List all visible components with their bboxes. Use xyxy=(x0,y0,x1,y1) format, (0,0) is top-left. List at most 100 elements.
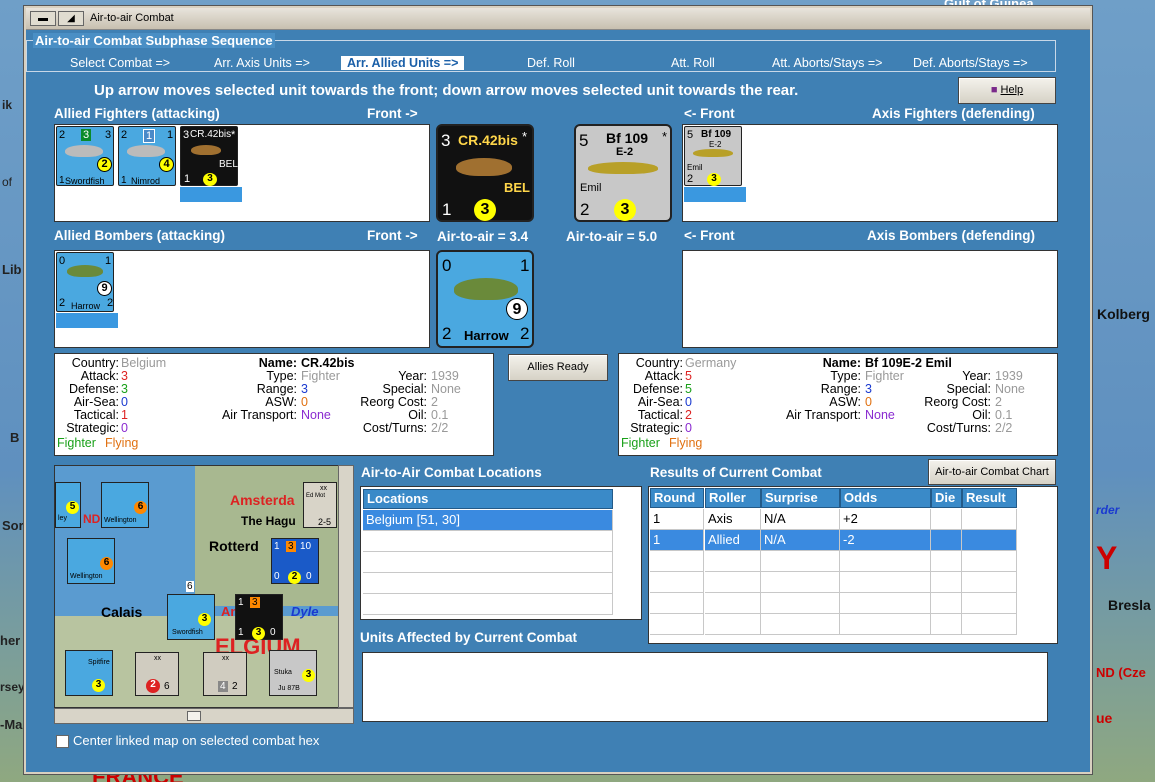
minimize-button[interactable]: ◢ xyxy=(58,11,84,26)
info-label: Attack: xyxy=(80,369,119,383)
map-counter[interactable]: Stuka 3 Ju 87B xyxy=(269,650,317,696)
result-empty xyxy=(705,551,761,572)
map-label-of: of xyxy=(2,175,13,189)
selected-attack: 5 xyxy=(579,131,589,150)
allies-ready-button[interactable]: Allies Ready xyxy=(508,354,608,381)
unit-harrow[interactable]: 0 1 9 2 2 Harrow xyxy=(56,252,114,312)
map-label-kolberg: Kolberg xyxy=(1097,306,1150,322)
seq-att-aborts[interactable]: Att. Aborts/Stays => xyxy=(772,56,882,70)
info-oil: 0.1 xyxy=(431,408,449,422)
info-range: 3 xyxy=(301,382,308,396)
seq-arr-allied-units[interactable]: Arr. Allied Units => xyxy=(341,56,465,70)
window-menu-icon: ▬ xyxy=(38,13,48,24)
minimap-vscroll[interactable] xyxy=(338,465,354,708)
info-label: Range: xyxy=(256,382,297,396)
info-label: Defense: xyxy=(68,382,119,396)
unit-bl: 1 xyxy=(121,175,127,186)
map-counter[interactable]: 1 3 1 3 0 xyxy=(235,594,283,640)
info-label: Special: xyxy=(946,382,991,396)
counter-circle: 2 xyxy=(146,679,160,693)
map-counter[interactable]: xx 4 2 xyxy=(203,652,247,696)
minimap-hscroll[interactable] xyxy=(54,708,354,724)
result-empty xyxy=(650,614,704,635)
selected-range-circle: 9 xyxy=(506,298,528,320)
unit-badge: 3 xyxy=(81,129,92,141)
result-cell: 1 xyxy=(650,530,704,551)
selected-name: CR.42bis xyxy=(458,132,518,148)
result-empty xyxy=(962,551,1017,572)
selected-unit-highlight xyxy=(684,187,746,202)
map-counter[interactable]: 6 Wellington xyxy=(101,482,149,528)
result-empty xyxy=(650,551,704,572)
selected-allied-fighter: 3 CR.42bis * BEL 1 3 xyxy=(436,124,534,222)
title-bar[interactable]: ▬ ◢ Air-to-air Combat xyxy=(26,8,1090,30)
info-label: Year: xyxy=(962,369,991,383)
seq-arr-axis-units[interactable]: Arr. Axis Units => xyxy=(214,56,310,70)
hscroll-thumb[interactable] xyxy=(187,711,201,721)
window-menu-button[interactable]: ▬ xyxy=(30,11,56,26)
air-combat-chart-button[interactable]: Air-to-air Combat Chart xyxy=(928,459,1056,485)
counter-circle: 5 xyxy=(66,501,79,514)
seq-def-aborts[interactable]: Def. Aborts/Stays => xyxy=(913,56,1028,70)
seq-def-roll[interactable]: Def. Roll xyxy=(527,56,575,70)
allied-bombers-front: Front -> xyxy=(367,228,418,243)
linked-minimap[interactable]: Amsterda The Hagu Rotterd Calais Dyle An… xyxy=(54,465,354,708)
selected-allied-bomber: 0 1 9 2 Harrow 2 xyxy=(436,250,534,348)
sequence-legend: Air-to-air Combat Subphase Sequence xyxy=(33,33,275,48)
book-icon: ■ xyxy=(990,84,998,96)
map-counter[interactable]: 6 3 Swordfish xyxy=(167,581,215,640)
location-empty xyxy=(363,531,613,552)
center-map-checkbox[interactable] xyxy=(56,735,69,748)
unit-cr42bis[interactable]: 3 CR.42bis * BEL 1 3 xyxy=(180,126,238,186)
result-cell: Allied xyxy=(705,530,761,551)
result-empty xyxy=(650,593,704,614)
counter-circle: 3 xyxy=(252,627,265,640)
result-empty xyxy=(962,614,1017,635)
info-flying: Flying xyxy=(105,436,139,450)
counter-num: 3 xyxy=(286,541,296,552)
info-fighter: Fighter xyxy=(621,436,660,450)
result-empty xyxy=(705,593,761,614)
biplane-icon xyxy=(127,145,165,157)
unit-swordfish[interactable]: 2 3 3 2 1 Swordfish xyxy=(56,126,114,186)
map-counter[interactable]: xx Ed Mot 2-5 xyxy=(303,482,337,528)
selected-name: Harrow xyxy=(464,328,509,343)
unit-tr: 3 xyxy=(105,129,112,141)
locations-header: Locations xyxy=(363,489,613,509)
affected-title: Units Affected by Current Combat xyxy=(360,630,578,645)
info-label: ASW: xyxy=(265,395,297,409)
result-cell xyxy=(962,509,1017,530)
info-label: Reorg Cost: xyxy=(360,395,427,409)
map-label-rsey: rsey xyxy=(0,680,25,694)
fighter-plane-icon xyxy=(693,149,733,157)
map-counter[interactable]: 1 3 10 0 2 0 xyxy=(271,538,319,584)
info-label: Year: xyxy=(398,369,427,383)
unit-br: 2 xyxy=(107,297,114,309)
selected-bl: 1 xyxy=(442,200,452,219)
counter-name: Stuka xyxy=(274,669,292,676)
unit-nimrod[interactable]: 2 1 1 4 1 Nimrod xyxy=(118,126,176,186)
selected-attack: 3 xyxy=(441,131,451,150)
seq-select-combat[interactable]: Select Combat => xyxy=(70,56,170,70)
counter-id: xx xyxy=(154,655,161,662)
map-counter[interactable]: 5 ley xyxy=(55,482,81,528)
result-cell: -2 xyxy=(840,530,931,551)
map-label-ik: ik xyxy=(2,98,13,112)
map-counter[interactable]: Spitfire 3 xyxy=(65,650,113,696)
location-row[interactable]: Belgium [51, 30] xyxy=(363,510,613,531)
unit-bf109[interactable]: 5 Bf 109 E-2 Emil 2 3 xyxy=(684,126,742,186)
map-counter[interactable]: xx 2 6 xyxy=(135,652,179,696)
info-strategic: 0 xyxy=(685,421,692,435)
biplane-icon xyxy=(456,158,512,176)
biplane-icon xyxy=(65,145,103,157)
map-counter[interactable]: 6 Wellington xyxy=(67,538,115,584)
biplane-icon xyxy=(191,145,221,155)
window-title: Air-to-air Combat xyxy=(90,12,174,24)
seq-att-roll[interactable]: Att. Roll xyxy=(671,56,715,70)
locations-table: Locations Belgium [51, 30] xyxy=(360,486,642,620)
help-button[interactable]: ■ Help xyxy=(958,77,1056,104)
result-empty xyxy=(761,572,840,593)
map-label-lib: Lib xyxy=(2,262,22,277)
results-col-header: Odds xyxy=(840,488,931,508)
selected-br: 2 xyxy=(520,324,530,343)
